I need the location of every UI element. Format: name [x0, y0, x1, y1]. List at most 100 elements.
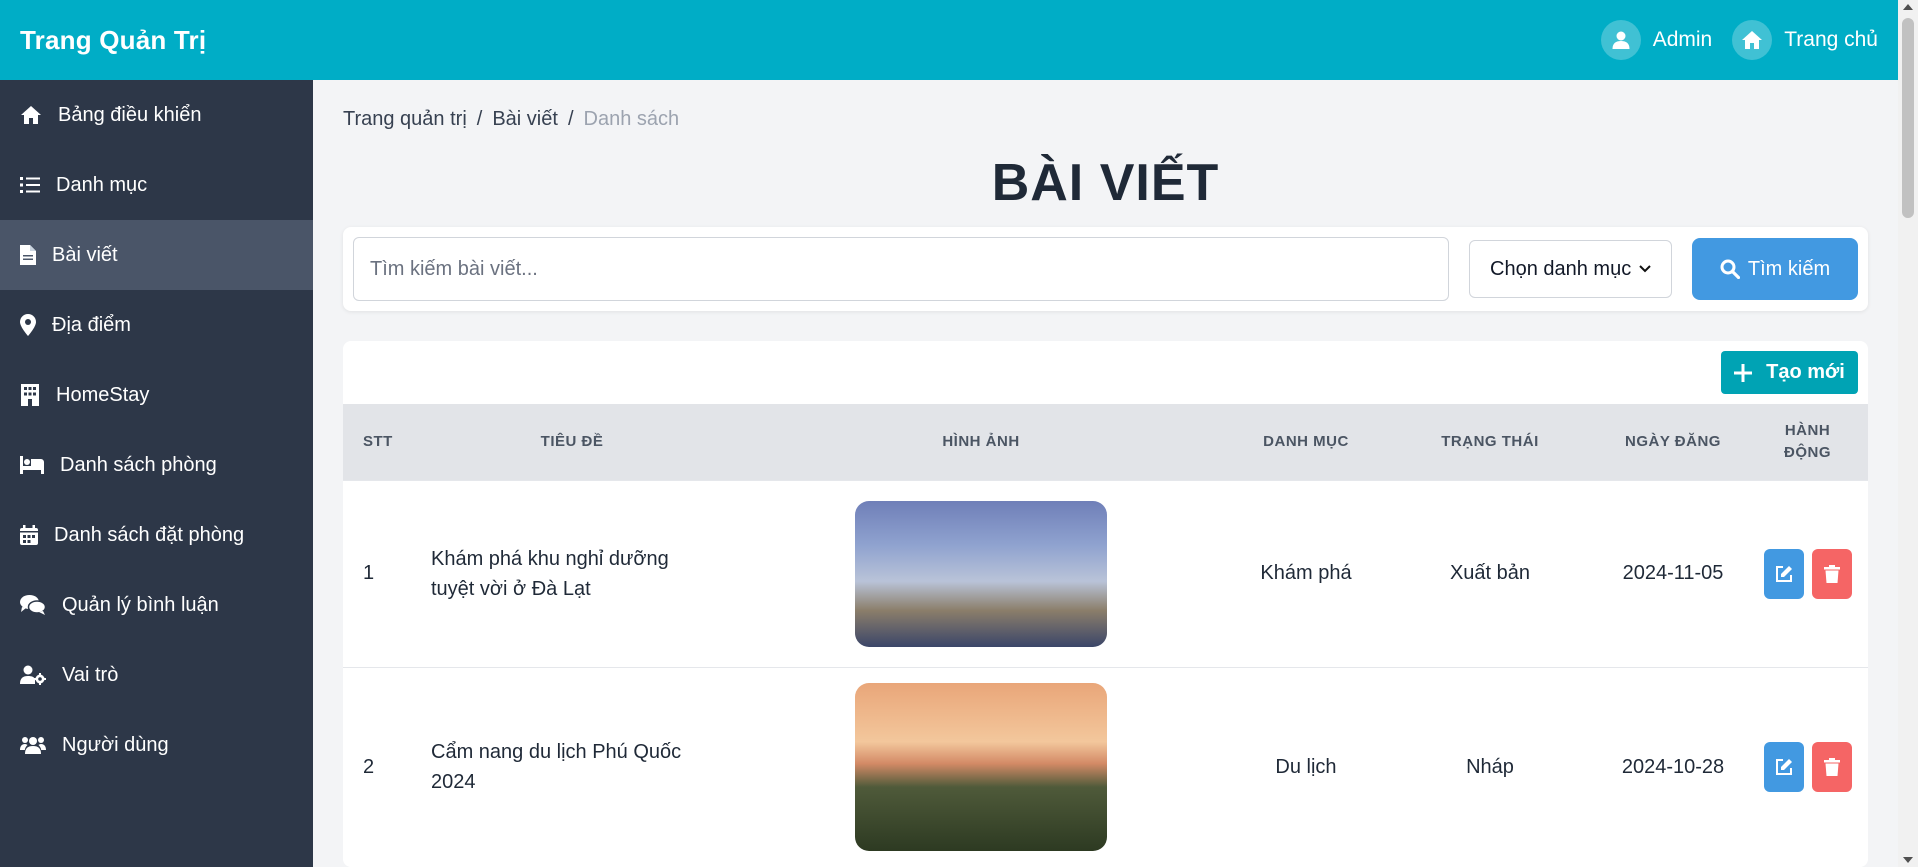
sidebar-item-roles[interactable]: Vai trò — [0, 640, 313, 710]
cell-image — [731, 479, 1231, 667]
search-button[interactable]: Tìm kiếm — [1692, 238, 1858, 300]
cell-title: Khám phá khu nghỉ dưỡng tuyệt vời ở Đà L… — [413, 479, 731, 667]
page-title: BÀI VIẾT — [991, 154, 1220, 212]
search-bar: Chọn danh mục Tìm kiếm — [343, 227, 1868, 311]
sidebar-item-label: Vai trò — [62, 663, 119, 686]
category-select-value: Chọn danh mục — [1490, 257, 1632, 280]
breadcrumb: Trang quản trị / Bài viết / Danh sách — [343, 108, 1868, 131]
home-label: Trang chủ — [1784, 28, 1878, 51]
cell-title-line1: Cẩm nang du lịch Phú Quốc — [431, 741, 682, 764]
scroll-thumb[interactable] — [1902, 18, 1914, 218]
header-stt: STT — [363, 433, 393, 451]
post-thumbnail — [855, 500, 1107, 647]
users-icon — [20, 737, 46, 754]
cell-title-line2: 2024 — [431, 771, 476, 794]
header-actions-line2: ĐỘNG — [1784, 443, 1831, 461]
cell-title-line2: tuyệt vời ở Đà Lạt — [431, 577, 591, 600]
admin-link[interactable]: Admin — [1600, 20, 1713, 60]
cell-status: Xuất bản — [1381, 479, 1599, 667]
cell-date: 2024-10-28 — [1599, 666, 1747, 867]
header-actions-line1: HÀNH — [1784, 421, 1831, 439]
header-image: HÌNH ẢNH — [942, 433, 1020, 451]
sidebar-item-label: Địa điểm — [52, 313, 131, 336]
table-row: 2 Cẩm nang du lịch Phú Quốc 2024 Du lịch… — [343, 666, 1868, 867]
home-icon — [21, 106, 41, 124]
top-right-nav: Admin Trang chủ — [1600, 20, 1878, 60]
brand-title[interactable]: Trang Quản Trị — [20, 25, 206, 56]
cell-image — [731, 666, 1231, 867]
list-icon — [20, 177, 40, 193]
home-link[interactable]: Trang chủ — [1732, 20, 1878, 60]
sidebar-item-homestay[interactable]: HomeStay — [0, 360, 313, 430]
sidebar-item-label: Người dùng — [62, 733, 169, 756]
sidebar-item-label: Danh sách đặt phòng — [54, 523, 245, 546]
sidebar-item-label: Bảng điều khiển — [58, 103, 202, 126]
search-input[interactable] — [353, 237, 1449, 301]
sidebar-item-users[interactable]: Người dùng — [0, 710, 313, 780]
cell-category: Du lịch — [1231, 666, 1381, 867]
delete-button[interactable] — [1811, 742, 1852, 793]
edit-button[interactable] — [1763, 742, 1804, 793]
search-button-label: Tìm kiếm — [1747, 257, 1831, 280]
header-title: TIÊU ĐỀ — [540, 433, 604, 451]
breadcrumb-separator: / — [476, 108, 483, 130]
user-icon — [1600, 20, 1641, 60]
table-toolbar: Tạo mới — [343, 341, 1868, 404]
cell-actions — [1747, 666, 1868, 867]
user-gear-icon — [20, 665, 46, 685]
trash-icon — [1823, 564, 1840, 583]
trash-icon — [1823, 758, 1840, 777]
chevron-down-icon — [1639, 265, 1651, 273]
edit-button[interactable] — [1763, 548, 1804, 599]
edit-icon — [1775, 759, 1792, 776]
search-icon — [1720, 259, 1740, 279]
sidebar-item-label: Danh mục — [56, 173, 148, 196]
header-actions: HÀNH ĐỘNG — [1747, 404, 1868, 480]
delete-button[interactable] — [1811, 548, 1852, 599]
sidebar-item-rooms[interactable]: Danh sách phòng — [0, 430, 313, 500]
breadcrumb-item-posts[interactable]: Bài viết — [492, 108, 558, 131]
cell-date: 2024-11-05 — [1599, 479, 1747, 667]
sidebar-item-posts[interactable]: Bài viết — [0, 220, 313, 290]
top-bar: Trang Quản Trị Admin Trang chủ — [0, 0, 1898, 80]
main-content: Trang quản trị / Bài viết / Danh sách BÀ… — [313, 80, 1898, 867]
cell-actions — [1747, 479, 1868, 667]
sidebar-item-label: Quản lý bình luận — [62, 593, 219, 616]
calendar-icon — [20, 525, 38, 545]
page-scrollbar[interactable] — [1898, 0, 1918, 867]
category-select[interactable]: Chọn danh mục — [1469, 240, 1672, 298]
sidebar-item-label: HomeStay — [56, 383, 150, 406]
breadcrumb-separator: / — [567, 108, 574, 130]
home-icon — [1732, 20, 1773, 60]
cell-title: Cẩm nang du lịch Phú Quốc 2024 — [413, 666, 731, 867]
create-button[interactable]: Tạo mới — [1721, 351, 1858, 394]
sidebar-item-dashboard[interactable]: Bảng điều khiển — [0, 80, 313, 150]
sidebar-item-categories[interactable]: Danh mục — [0, 150, 313, 220]
file-icon — [20, 245, 36, 265]
posts-table: STT TIÊU ĐỀ HÌNH ẢNH DANH MỤC TRẠNG THÁI… — [343, 404, 1868, 867]
comments-icon — [20, 595, 46, 615]
table-header-row: STT TIÊU ĐỀ HÌNH ẢNH DANH MỤC TRẠNG THÁI… — [343, 404, 1868, 480]
admin-label: Admin — [1652, 28, 1713, 51]
plus-icon — [1734, 363, 1753, 382]
map-pin-icon — [20, 314, 36, 336]
breadcrumb-item-admin[interactable]: Trang quản trị — [343, 108, 467, 131]
cell-category: Khám phá — [1231, 479, 1381, 667]
header-date: NGÀY ĐĂNG — [1625, 433, 1721, 451]
post-thumbnail — [855, 683, 1107, 852]
building-icon — [21, 384, 39, 406]
sidebar-item-comments[interactable]: Quản lý bình luận — [0, 570, 313, 640]
cell-status: Nháp — [1381, 666, 1599, 867]
table-row: 1 Khám phá khu nghỉ dưỡng tuyệt vời ở Đà… — [343, 479, 1868, 667]
sidebar-item-bookings[interactable]: Danh sách đặt phòng — [0, 500, 313, 570]
sidebar: Bảng điều khiển Danh mục Bài viết Địa đi… — [0, 80, 313, 867]
scroll-down-arrow[interactable] — [1903, 857, 1913, 863]
breadcrumb-item-list: Danh sách — [583, 108, 680, 130]
header-category: DANH MỤC — [1263, 433, 1349, 451]
cell-title-line1: Khám phá khu nghỉ dưỡng — [431, 547, 669, 570]
edit-icon — [1775, 565, 1792, 582]
sidebar-item-label: Danh sách phòng — [60, 453, 217, 476]
header-status: TRẠNG THÁI — [1441, 433, 1539, 451]
scroll-up-arrow[interactable] — [1903, 4, 1913, 10]
sidebar-item-locations[interactable]: Địa điểm — [0, 290, 313, 360]
